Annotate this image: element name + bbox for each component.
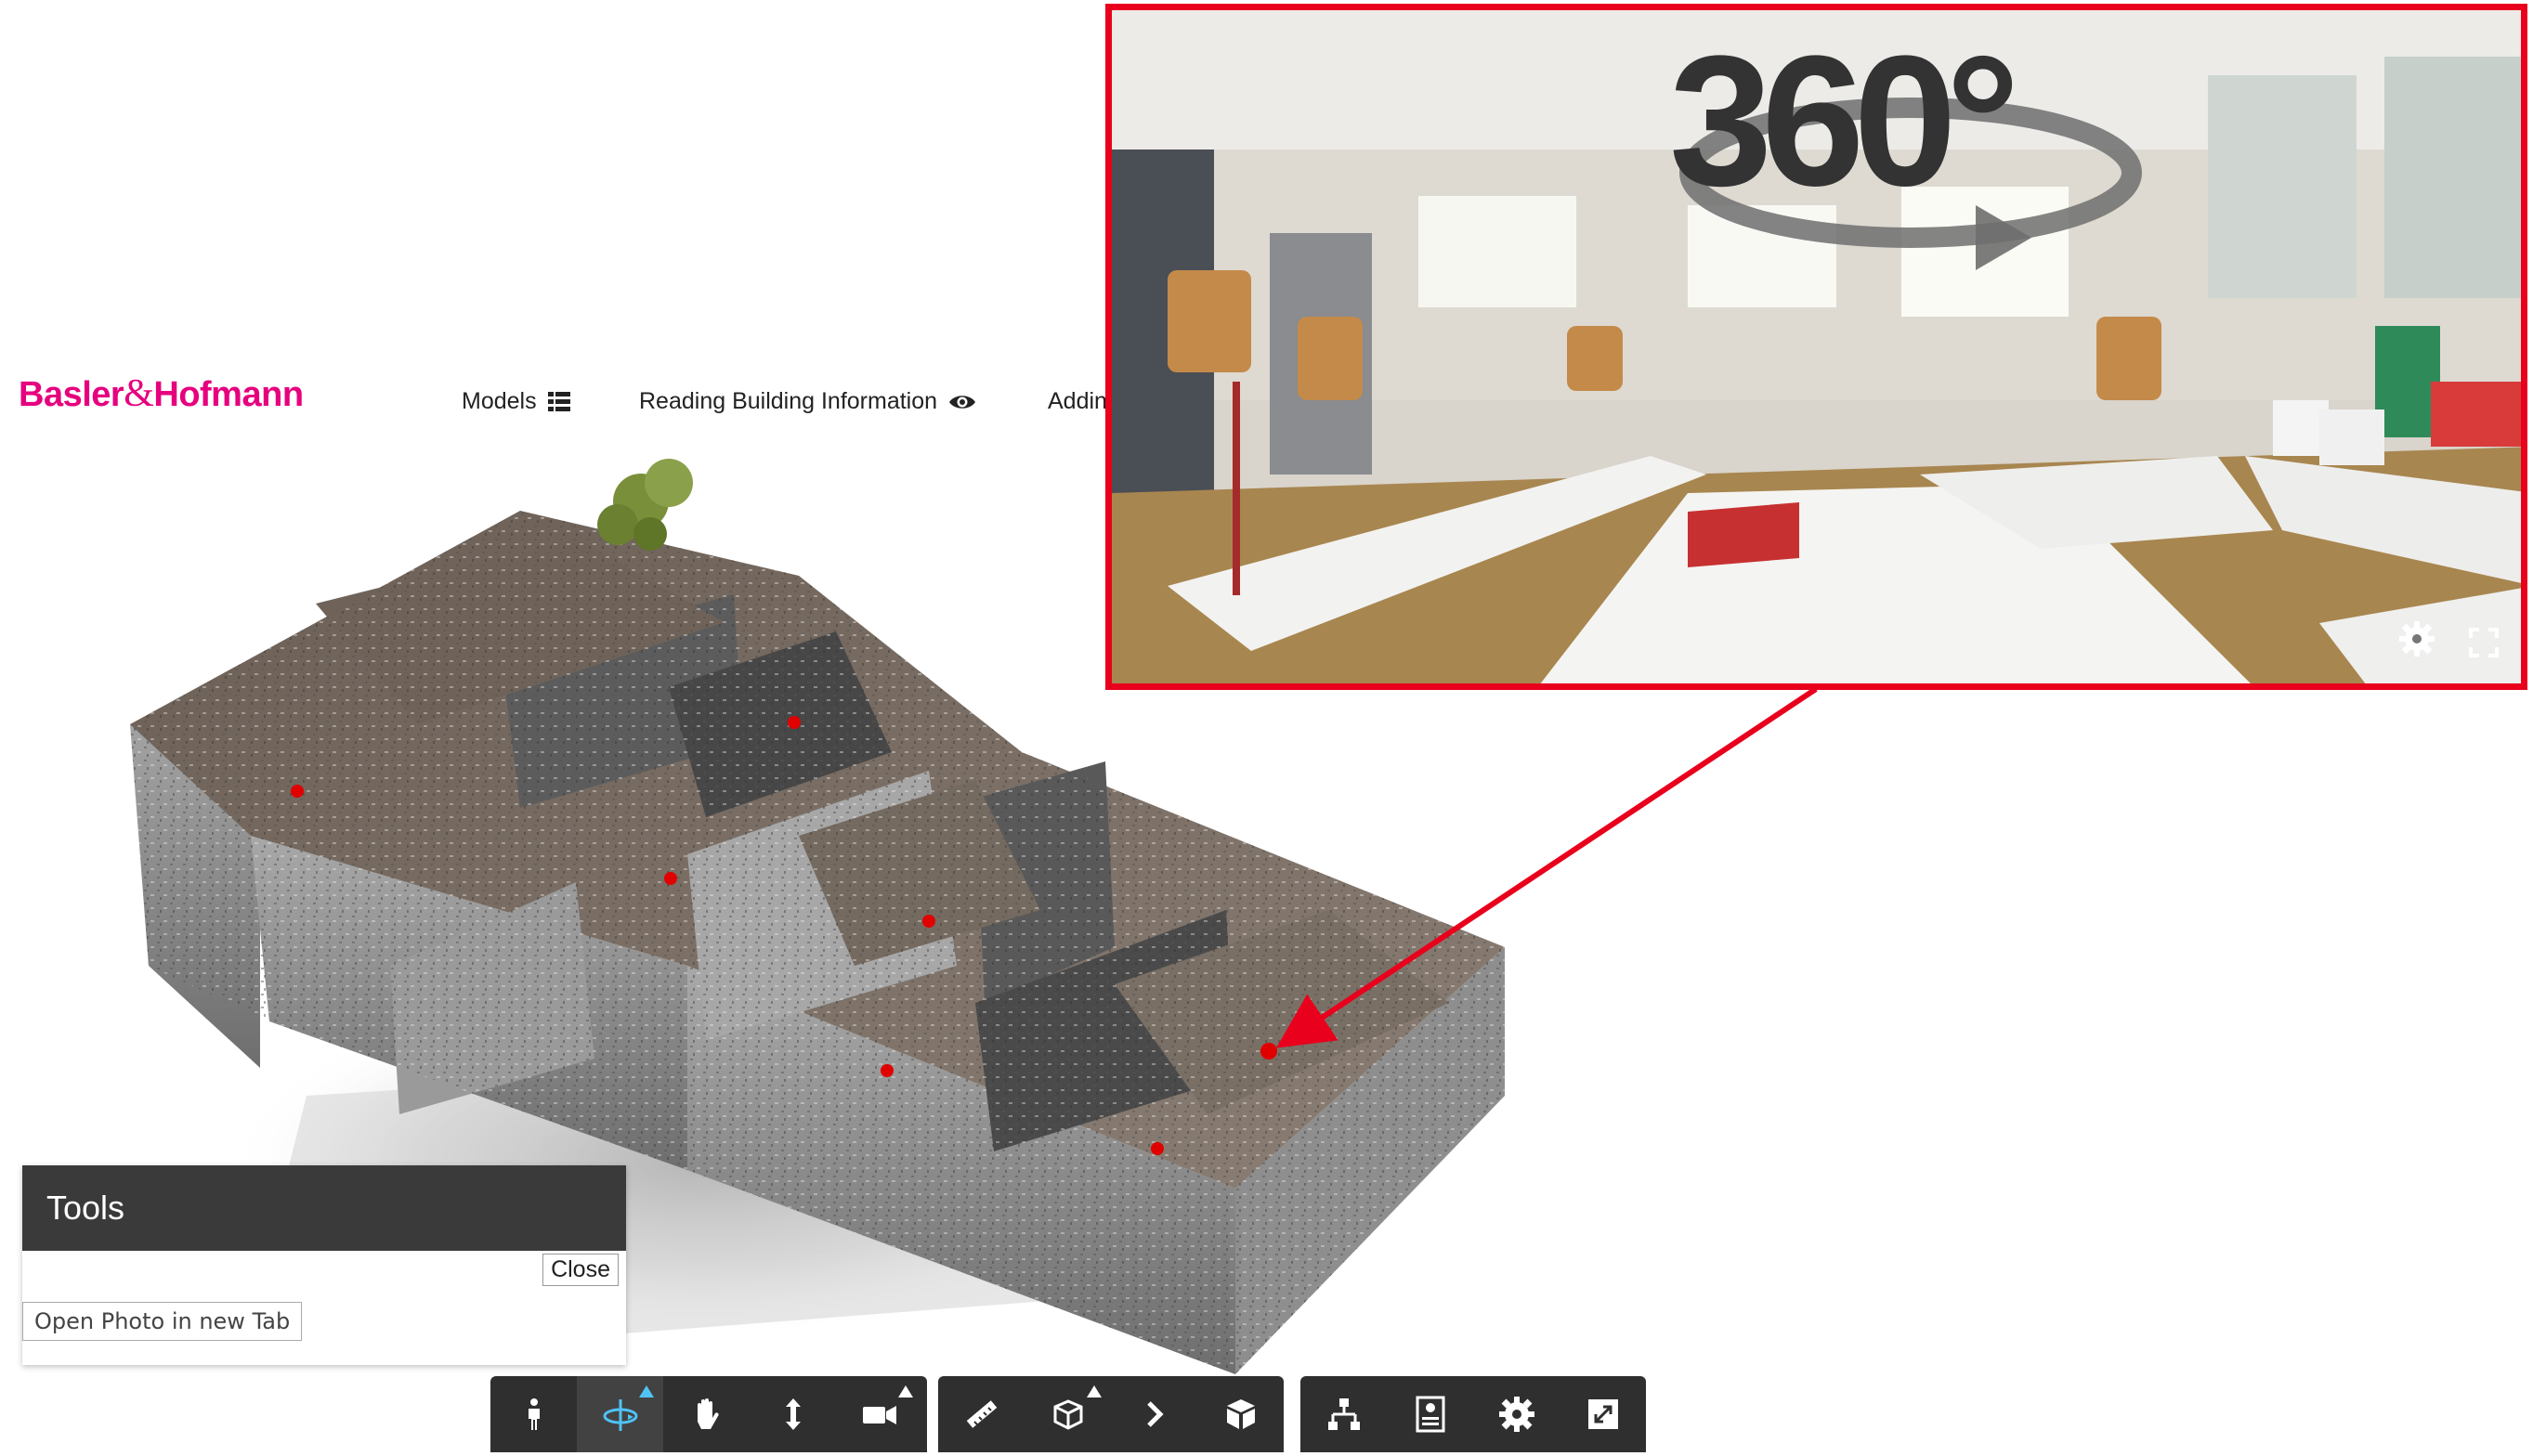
screenshot-stage: Basler&Hofmann Models Reading Building I… — [0, 0, 2533, 1456]
logo-ampersand: & — [124, 372, 154, 415]
tree-foliage — [597, 459, 693, 551]
open-photo-new-tab-button[interactable]: Open Photo in new Tab — [22, 1302, 303, 1341]
photo-marker[interactable] — [881, 1064, 894, 1077]
properties-icon — [1416, 1396, 1444, 1433]
submenu-indicator — [1087, 1385, 1102, 1398]
walk-tool-button[interactable] — [490, 1376, 577, 1452]
model-cube-button[interactable] — [1197, 1376, 1284, 1452]
photo-marker[interactable] — [1151, 1142, 1164, 1155]
nav-adding-label: Addin — [1048, 388, 1107, 414]
photo-marker[interactable] — [922, 915, 935, 928]
explode-tool-button[interactable] — [1111, 1376, 1197, 1452]
nav-models[interactable]: Models — [462, 388, 570, 415]
tools-panel-header[interactable]: Tools — [22, 1165, 626, 1251]
settings-gear-icon — [1498, 1397, 1534, 1432]
settings-button[interactable] — [1473, 1376, 1560, 1452]
walk-icon — [528, 1398, 540, 1430]
dolly-tool-button[interactable] — [750, 1376, 836, 1452]
gear-icon[interactable] — [2398, 620, 2435, 667]
panorama-viewer[interactable]: 360° — [1105, 4, 2527, 690]
camera-tool-button[interactable] — [836, 1376, 922, 1452]
toolbar-model-tools-group — [938, 1376, 1284, 1452]
photo-marker[interactable] — [664, 872, 677, 885]
logo-part-2: Hofmann — [153, 375, 304, 414]
nav-reading-building-information[interactable]: Reading Building Information — [639, 388, 976, 415]
measure-icon — [966, 1400, 997, 1428]
camera-icon — [862, 1406, 896, 1424]
photo-marker[interactable] — [788, 716, 801, 729]
fullscreen-icon — [1587, 1399, 1618, 1429]
dolly-icon — [785, 1398, 801, 1430]
orbit-icon — [603, 1399, 637, 1431]
close-button[interactable]: Close — [542, 1254, 619, 1286]
measure-tool-button[interactable] — [938, 1376, 1025, 1452]
pan-tool-button[interactable] — [663, 1376, 750, 1452]
model-browser-button[interactable] — [1300, 1376, 1387, 1452]
explode-chevron-icon — [1146, 1401, 1164, 1427]
list-icon — [547, 391, 570, 412]
fullscreen-button[interactable] — [1560, 1376, 1646, 1452]
nav-reading-label: Reading Building Information — [639, 388, 938, 414]
properties-button[interactable] — [1387, 1376, 1473, 1452]
section-tool-button[interactable] — [1025, 1376, 1111, 1452]
toolbar-navigation-group — [490, 1376, 927, 1452]
tools-panel: Tools Close Open Photo in new Tab — [22, 1165, 626, 1365]
nav-adding[interactable]: Addin — [1048, 388, 1107, 415]
basler-hofmann-logo[interactable]: Basler&Hofmann — [19, 371, 304, 416]
orbit-tool-button[interactable] — [577, 1376, 663, 1452]
section-box-icon — [1053, 1399, 1082, 1430]
eye-icon — [949, 395, 976, 409]
toolbar-settings-group — [1300, 1376, 1646, 1452]
tools-panel-title: Tools — [46, 1189, 125, 1227]
cube-icon — [1226, 1399, 1255, 1429]
submenu-indicator — [639, 1385, 654, 1398]
pan-hand-icon — [697, 1398, 719, 1429]
photo-marker[interactable] — [291, 785, 304, 798]
panorama-360-label: 360° — [1669, 18, 2020, 225]
logo-part-1: Basler — [19, 375, 124, 414]
model-browser-icon — [1327, 1398, 1360, 1430]
photo-marker-selected[interactable] — [1260, 1043, 1277, 1060]
submenu-indicator — [898, 1385, 913, 1398]
fullscreen-icon[interactable] — [2469, 627, 2499, 667]
nav-models-label: Models — [462, 388, 537, 414]
